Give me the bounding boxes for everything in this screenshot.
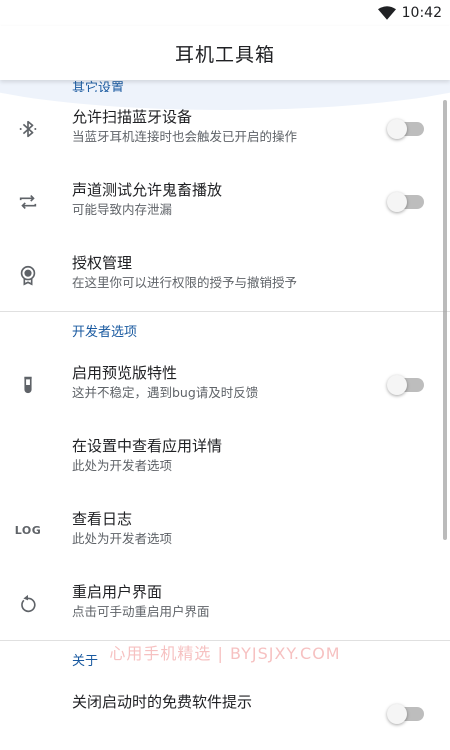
switch-knob [387,374,407,395]
channel-test-switch[interactable] [387,191,424,212]
bluetooth-scan-switch[interactable] [387,118,424,139]
setting-title: 启用预览版特性 [72,364,178,382]
setting-subtitle: 当蓝牙耳机连接时也会触发已开启的操作 [72,129,298,144]
switch-knob [387,191,407,212]
setting-title: 授权管理 [72,254,133,272]
setting-subtitle: 此处为开发者选项 [72,531,173,546]
page-title: 耳机工具箱 [174,43,275,66]
setting-title: 允许扫描蓝牙设备 [72,108,193,126]
setting-title: 查看日志 [72,510,133,528]
setting-restart-ui[interactable]: 重启用户界面 点击可手动重启用户界面 [0,567,450,640]
setting-preview-features[interactable]: 启用预览版特性 这并不稳定，遇到bug请及时反馈 [0,348,450,421]
log-icon: LOG [14,524,42,537]
repeat-icon [16,190,40,214]
setting-title: 声道测试允许鬼畜播放 [72,181,223,199]
setting-subtitle: 这并不稳定，遇到bug请及时反馈 [72,385,259,400]
setting-subtitle: 此处为开发者选项 [72,458,173,473]
bluetooth-scan-icon [16,117,40,141]
setting-subtitle: 在这里你可以进行权限的授予与撤销授予 [72,275,298,290]
screen: 10:42 耳机工具箱 其它设置 允许扫描蓝牙设备 当蓝牙耳机连接时也会触发已开… [0,0,450,750]
setting-permission-management[interactable]: 授权管理 在这里你可以进行权限的授予与撤销授予 [0,238,450,311]
watermark: 心用手机精选 | BYJSJXY.COM [109,644,341,663]
setting-view-log[interactable]: LOG 查看日志 此处为开发者选项 [0,494,450,567]
setting-app-details[interactable]: 在设置中查看应用详情 此处为开发者选项 [0,421,450,494]
setting-title: 在设置中查看应用详情 [72,437,223,455]
setting-subtitle: 可能导致内存泄漏 [72,202,173,217]
setting-disable-freeware-tip[interactable]: 关闭启动时的免费软件提示 [0,677,450,750]
badge-icon [16,263,40,287]
switch-knob [387,118,407,139]
wifi-icon [377,6,396,20]
section-header-other: 其它设置 [72,81,125,92]
setting-allow-bluetooth-scan[interactable]: 允许扫描蓝牙设备 当蓝牙耳机连接时也会触发已开启的操作 [0,92,450,165]
status-bar: 10:42 [0,0,450,26]
status-time: 10:42 [401,5,442,21]
setting-subtitle: 点击可手动重启用户界面 [72,604,210,619]
app-bar: 耳机工具箱 [0,26,450,80]
preview-features-switch[interactable] [387,374,424,395]
scrollbar[interactable] [443,100,447,540]
restart-icon [16,592,40,616]
setting-channel-test-loop[interactable]: 声道测试允许鬼畜播放 可能导致内存泄漏 [0,165,450,238]
switch-knob [387,703,407,724]
section-header-developer: 开发者选项 [72,324,138,340]
test-tube-icon [16,373,40,397]
freeware-tip-switch[interactable] [387,703,424,724]
setting-title: 关闭启动时的免费软件提示 [72,693,253,711]
setting-title: 重启用户界面 [72,583,163,601]
